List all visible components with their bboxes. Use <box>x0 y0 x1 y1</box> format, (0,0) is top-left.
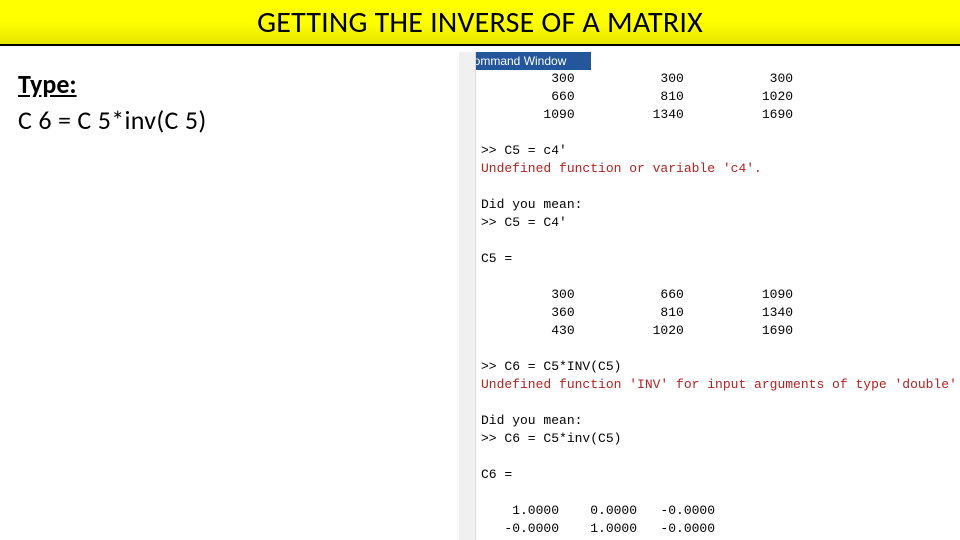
slide: GETTING THE INVERSE OF A MATRIX Type: C … <box>0 0 960 540</box>
console-line: 300 660 1090 <box>481 286 959 304</box>
console-line: 300 300 300 <box>481 70 959 88</box>
console-line <box>481 178 959 196</box>
console-line <box>481 268 959 286</box>
title-text: GETTING THE INVERSE OF A MATRIX <box>257 4 703 41</box>
console-line: >> C6 = C5*inv(C5) <box>481 430 959 448</box>
command-window-title: Command Window <box>459 52 591 70</box>
console-line: >> C5 = C4' <box>481 214 959 232</box>
console-line: 360 810 1340 <box>481 304 959 322</box>
type-code: C 6 = C 5*inv(C 5) <box>18 104 207 136</box>
console-line: 660 810 1020 <box>481 88 959 106</box>
console-line: >> C6 = C5*INV(C5) <box>481 358 959 376</box>
instruction-pane: Type: C 6 = C 5*inv(C 5) <box>18 68 207 136</box>
console-output: 300 300 300 660 810 1020 1090 1340 1690 … <box>481 70 959 540</box>
command-window-gutter <box>459 52 476 540</box>
console-line: 430 1020 1690 <box>481 322 959 340</box>
console-line: Did you mean: <box>481 412 959 430</box>
console-line <box>481 124 959 142</box>
type-label: Type: <box>18 68 207 100</box>
console-line <box>481 484 959 502</box>
console-line: Undefined function 'INV' for input argum… <box>481 376 959 394</box>
console-line: >> C5 = c4' <box>481 142 959 160</box>
title-bar: GETTING THE INVERSE OF A MATRIX <box>0 0 960 46</box>
console-line <box>481 448 959 466</box>
console-line <box>481 394 959 412</box>
console-line: -0.0000 1.0000 -0.0000 <box>481 520 959 538</box>
command-window: Command Window 300 300 300 660 810 1020 … <box>459 52 960 540</box>
console-line: 1.0000 0.0000 -0.0000 <box>481 502 959 520</box>
console-line: Undefined function or variable 'c4'. <box>481 160 959 178</box>
console-line <box>481 340 959 358</box>
console-line: 1090 1340 1690 <box>481 106 959 124</box>
console-line: C6 = <box>481 466 959 484</box>
console-line: Did you mean: <box>481 196 959 214</box>
console-line: C5 = <box>481 250 959 268</box>
console-line <box>481 232 959 250</box>
